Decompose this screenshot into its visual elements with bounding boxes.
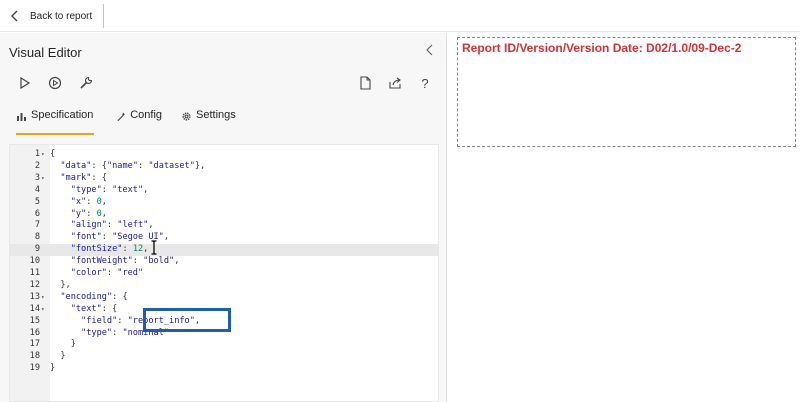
collapse-panel-icon[interactable] [424,43,436,57]
auto-apply-icon[interactable] [47,75,63,91]
code-line[interactable]: 4 "type": "text", [10,184,438,197]
tab-config-label: Config [130,109,162,121]
editor-tabs: Specification Config Settings [0,109,447,135]
code-text: }, [50,279,71,290]
back-to-report-button[interactable]: Back to report [8,7,92,25]
code-text: "data": {"name": "dataset"}, [60,160,206,171]
code-line[interactable]: 17 } [10,339,438,351]
line-number: 11 [29,268,40,278]
svg-text:?: ? [421,76,428,91]
code-line[interactable]: 3 ▾ "mark": { [10,172,438,185]
line-number: 18 [29,351,40,362]
share-icon[interactable] [387,75,403,91]
code-text: "text": { [70,303,118,314]
code-text: "type": "text", [70,184,149,195]
code-line[interactable]: 2 "data": {"name": "dataset"}, [10,160,438,173]
top-bar: Back to report [0,0,800,32]
fold-toggle-icon[interactable]: ▾ [41,304,45,316]
run-icon[interactable] [17,75,33,91]
visual-canvas: Report ID/Version/Version Date: D02/1.0/… [448,33,800,402]
line-number: 4 [34,184,40,195]
code-line[interactable]: 5 "x": 0, [10,196,438,209]
code-text: "encoding": { [60,291,128,302]
code-line[interactable]: 12 }, [10,279,438,292]
report-info-text: Report ID/Version/Version Date: D02/1.0/… [462,41,742,55]
line-number: 9 [34,244,40,255]
code-line[interactable]: 18 } [10,351,438,363]
new-spec-icon[interactable] [357,75,373,91]
panel-title: Visual Editor [9,45,82,60]
line-number: 17 [29,339,40,350]
line-number: 19 [29,363,40,374]
line-number: 8 [34,232,40,243]
chart-icon [17,113,26,121]
fold-toggle-icon[interactable]: ▾ [41,173,45,185]
code-text: } [50,351,66,362]
spec-code-editor[interactable]: 1 ▾{2 "data": {"name": "dataset"}, 3 ▾ "mar… [9,144,439,402]
line-number: 2 [34,160,40,171]
code-line[interactable]: 10 "fontWeight": "bold", [10,256,438,268]
fold-toggle-icon[interactable]: ▾ [41,149,45,161]
tab-config[interactable]: Config [116,109,162,135]
back-to-report-label: Back to report [30,10,93,22]
code-line[interactable]: 13 ▾ "encoding": { [10,291,438,304]
chevron-left-icon [11,10,18,22]
line-number: 7 [34,220,40,231]
code-text: "x": 0, [70,196,107,207]
fold-toggle-icon[interactable]: ▾ [41,292,45,304]
tab-specification-label: Specification [31,109,94,121]
line-number: 3 [34,172,40,183]
code-line[interactable]: 1 ▾ { [10,149,438,161]
code-text: "color": "red" [70,268,144,278]
text-cursor-icon [151,240,157,255]
code-line[interactable]: 7 "align": "left", [10,220,438,232]
line-number: 14 [29,303,40,314]
tab-settings-label: Settings [196,109,236,121]
magic-icon [117,112,126,122]
help-icon[interactable]: ? [417,75,433,91]
line-number: 1 [34,149,40,159]
tab-settings[interactable]: Settings [181,109,236,135]
code-text: "mark": { [60,172,107,183]
code-line[interactable]: 8 "font": "Segoe UI", [10,232,438,244]
toolbar-divider [103,4,104,28]
visual-editor-panel: Visual Editor ? Specification Config Set… [0,33,447,402]
code-text: { [50,149,56,159]
wrench-icon[interactable] [78,75,94,91]
line-number: 5 [34,196,40,207]
code-text: "fontWeight": "bold", [70,256,180,267]
code-text: } [50,339,76,350]
line-number: 13 [29,291,40,302]
code-line[interactable]: 6 "y": 0, [10,208,438,221]
tab-specification[interactable]: Specification [16,109,94,135]
code-line[interactable]: 19} [10,363,438,375]
line-number: 15 [29,315,40,326]
line-number: 10 [29,256,40,267]
visual-preview-frame[interactable]: Report ID/Version/Version Date: D02/1.0/… [457,37,796,147]
gear-icon [182,112,191,121]
code-text: "fontSize": 12, [70,244,149,255]
code-line[interactable]: 9 "fontSize": 12, [10,244,438,257]
code-line[interactable]: 11 "color": "red" [10,268,438,280]
line-number: 12 [29,279,40,290]
line-number: 16 [29,327,40,338]
code-text: "align": "left", [70,220,154,231]
highlight-box [143,308,231,332]
code-text: } [50,363,56,374]
code-text: "y": 0, [70,208,107,219]
line-number: 6 [34,208,40,219]
